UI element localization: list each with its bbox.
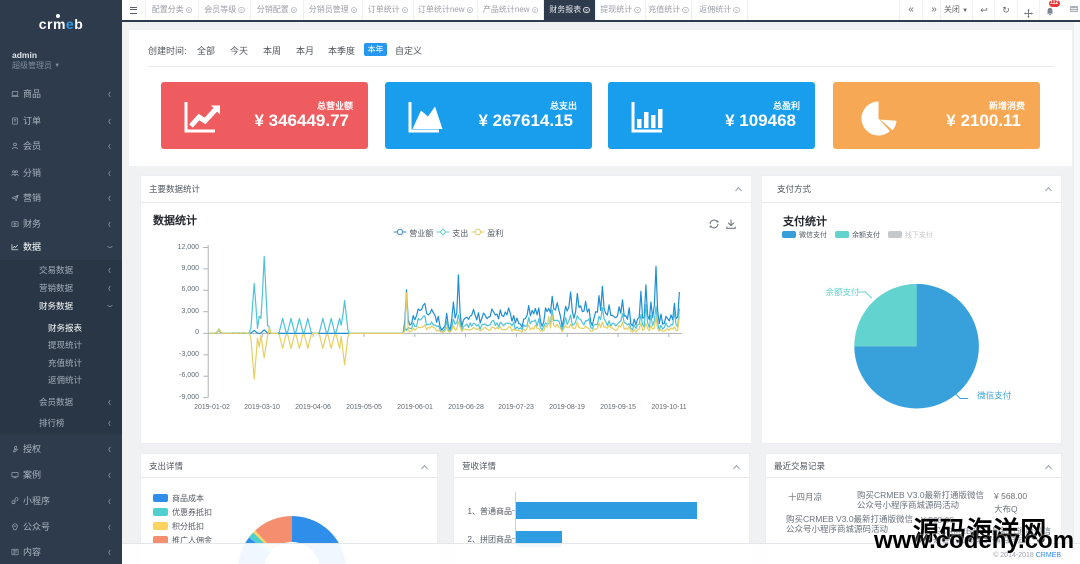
svg-text:余额支付: 余额支付 bbox=[825, 287, 860, 297]
svg-text:微信支付: 微信支付 bbox=[977, 391, 1012, 401]
